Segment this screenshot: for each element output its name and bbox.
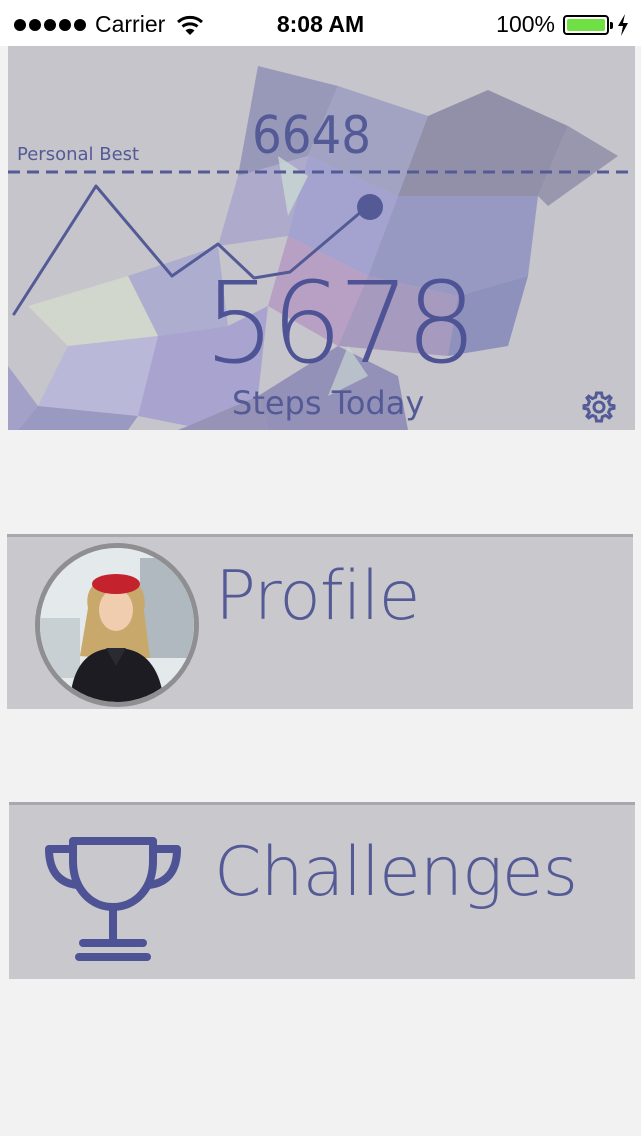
gear-icon[interactable] xyxy=(582,390,616,424)
profile-label: Profile xyxy=(215,557,420,636)
personal-best-label: Personal Best xyxy=(17,144,140,165)
status-bar: Carrier 8:08 AM 100% xyxy=(0,0,641,46)
avatar-photo xyxy=(40,548,194,702)
challenges-button[interactable]: Challenges xyxy=(9,802,635,979)
steps-panel[interactable]: Personal Best 6648 5678 Steps Today xyxy=(8,46,635,430)
battery-fill xyxy=(567,18,605,31)
battery-icon xyxy=(563,14,613,35)
avatar xyxy=(35,543,199,707)
battery-percent: 100% xyxy=(496,11,555,37)
charging-bolt-icon xyxy=(618,13,628,36)
status-right: 100% xyxy=(496,11,629,38)
personal-best-value: 6648 xyxy=(252,106,372,166)
challenges-label: Challenges xyxy=(214,833,578,912)
steps-today-value: 5678 xyxy=(204,259,477,389)
steps-today-label: Steps Today xyxy=(232,384,425,422)
profile-button[interactable]: Profile xyxy=(7,534,633,709)
trophy-icon xyxy=(45,837,181,961)
